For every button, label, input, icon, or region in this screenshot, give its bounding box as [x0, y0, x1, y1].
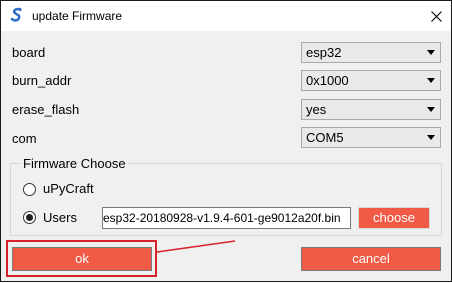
upycraft-radio[interactable] [23, 183, 36, 196]
window-title: update Firmware [32, 9, 123, 23]
chevron-down-icon [427, 50, 435, 55]
erase-flash-select-value: yes [306, 102, 327, 117]
firmware-path-value: esp32-20180928-v1.9.4-601-ge9012a20f.bin [103, 211, 341, 225]
board-select[interactable]: esp32 [301, 42, 441, 63]
annotation-highlight-box [6, 240, 157, 277]
chevron-down-icon [427, 78, 435, 83]
close-button[interactable] [421, 1, 451, 31]
chevron-down-icon [427, 135, 435, 140]
chevron-down-icon [427, 107, 435, 112]
board-label: board [12, 45, 46, 60]
burn-addr-select-value: 0x1000 [306, 73, 349, 88]
choose-button[interactable]: choose [358, 207, 430, 229]
cancel-button[interactable]: cancel [301, 247, 441, 271]
update-firmware-dialog: update Firmware board esp32 burn_addr 0x… [0, 0, 452, 282]
com-label: com [12, 131, 37, 146]
users-radio[interactable] [23, 211, 36, 224]
erase-flash-label: erase_flash [12, 102, 80, 117]
burn-addr-label: burn_addr [12, 73, 72, 88]
title-bar: update Firmware [1, 1, 451, 31]
users-radio-label[interactable]: Users [43, 210, 77, 225]
erase-flash-select[interactable]: yes [301, 99, 441, 120]
upycraft-radio-label[interactable]: uPyCraft [43, 181, 94, 196]
com-select-value: COM5 [306, 130, 344, 145]
board-select-value: esp32 [306, 45, 342, 60]
firmware-path-input[interactable]: esp32-20180928-v1.9.4-601-ge9012a20f.bin [102, 207, 351, 229]
com-select[interactable]: COM5 [301, 127, 441, 148]
burn-addr-select[interactable]: 0x1000 [301, 70, 441, 91]
close-icon [430, 10, 442, 22]
firmware-choose-title: Firmware Choose [21, 156, 128, 171]
snake-logo-icon [9, 7, 25, 25]
